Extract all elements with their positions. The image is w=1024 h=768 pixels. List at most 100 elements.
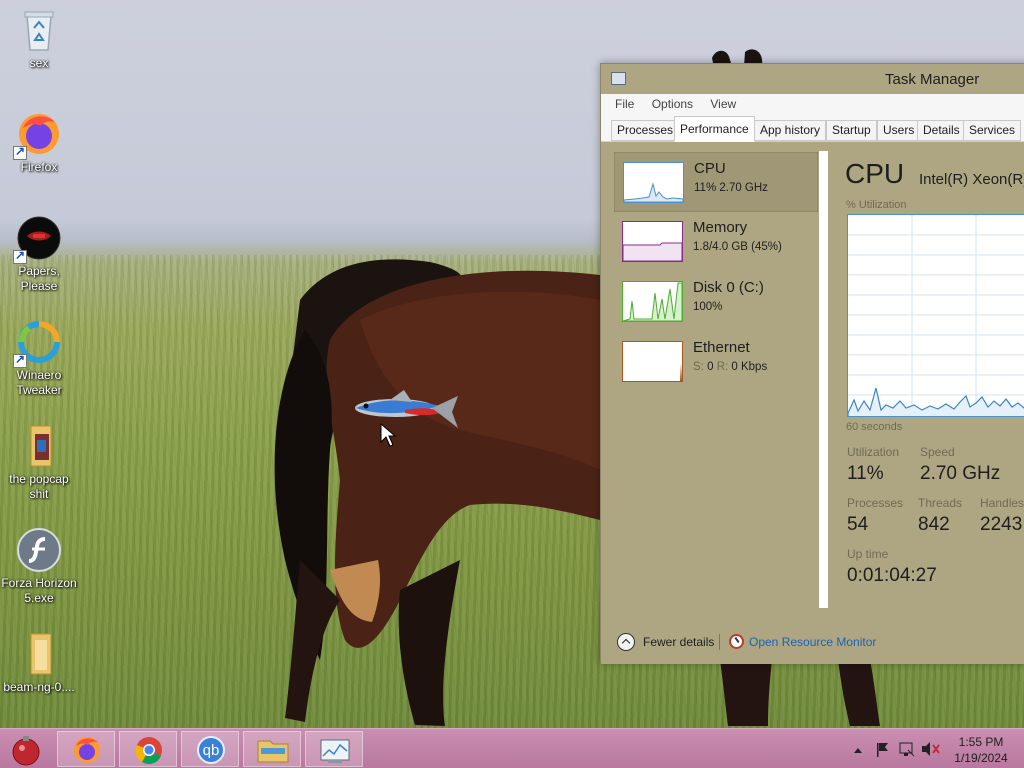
desktop-icon-papers-please[interactable]: Papers, Please <box>0 214 78 294</box>
tab-users[interactable]: Users <box>877 120 921 141</box>
taskbar-firefox-button[interactable] <box>57 731 115 767</box>
volume-muted-icon[interactable] <box>922 742 940 756</box>
resource-memory[interactable]: Memory 1.8/4.0 GB (45%) <box>614 212 818 272</box>
cpu-mini-graph <box>623 162 684 203</box>
send-value: 0 <box>707 361 714 373</box>
resource-name: Disk 0 (C:) <box>693 279 764 296</box>
resource-value: 11% 2.70 GHz <box>694 182 768 194</box>
open-resource-monitor-link[interactable]: Open Resource Monitor <box>749 635 876 649</box>
pane-splitter[interactable] <box>819 151 828 608</box>
window-title: Task Manager <box>885 71 980 88</box>
footer-divider <box>719 634 720 650</box>
show-hidden-icons-icon[interactable] <box>854 748 862 753</box>
action-center-flag-icon[interactable] <box>877 743 888 757</box>
system-clock[interactable]: 1:55 PM 1/19/2024 <box>946 734 1016 766</box>
desktop-icon-beamng-folder[interactable]: beam-ng-0.... <box>0 630 78 695</box>
desktop-icon-label: Papers, Please <box>18 264 60 293</box>
desktop-icon-label: Winaero Tweaker <box>16 368 62 397</box>
recycle-bin-icon <box>15 6 63 54</box>
menu-bar: File Options View <box>601 94 1024 114</box>
desktop-icon-popcap-folder[interactable]: the popcap shit <box>0 422 78 502</box>
processes-label: Processes <box>847 496 904 510</box>
resource-name: Ethernet <box>693 339 750 356</box>
ethernet-mini-graph <box>622 341 683 382</box>
flash-icon <box>15 526 63 574</box>
taskbar-qbittorrent-button[interactable]: qb <box>181 731 239 767</box>
desktop-icon-label: Firefox <box>20 160 58 174</box>
processes-value: 54 <box>847 514 869 535</box>
resource-value: S: 0 R: 0 Kbps <box>693 361 767 373</box>
resource-name: Memory <box>693 219 748 236</box>
cpu-model-name: Intel(R) Xeon(R) <box>919 171 1024 188</box>
folder-icon <box>15 630 63 678</box>
desktop-icon-label: Forza Horizon 5.exe <box>1 576 77 605</box>
chevron-up-icon[interactable] <box>617 633 635 651</box>
fewer-details-link[interactable]: Fewer details <box>643 635 714 649</box>
threads-value: 842 <box>918 514 950 535</box>
desktop-icon-label: the popcap shit <box>9 472 69 501</box>
task-manager-icon <box>611 72 626 85</box>
resource-cpu[interactable]: CPU 11% 2.70 GHz <box>614 152 818 212</box>
system-tray <box>850 729 946 768</box>
desktop-icon-firefox[interactable]: Firefox <box>0 110 78 175</box>
network-icon[interactable] <box>899 742 915 757</box>
uptime-value: 0:01:04:27 <box>847 565 937 586</box>
handles-label: Handles <box>980 496 1024 510</box>
detail-heading: CPU <box>845 158 905 189</box>
utilization-caption: % Utilization <box>846 199 907 211</box>
start-button[interactable] <box>8 732 44 768</box>
threads-label: Threads <box>918 496 963 510</box>
clock-date: 1/19/2024 <box>954 751 1008 765</box>
papers-please-icon <box>13 214 63 264</box>
winaero-tweaker-icon <box>13 318 63 368</box>
utilization-label: Utilization <box>847 445 900 459</box>
receive-value: 0 Kbps <box>731 361 768 373</box>
disk-mini-graph <box>622 281 683 322</box>
receive-prefix: R: <box>716 361 729 373</box>
cpu-utilization-graph <box>847 214 1024 417</box>
menu-view[interactable]: View <box>710 97 736 111</box>
menu-options[interactable]: Options <box>652 97 693 111</box>
tab-details[interactable]: Details <box>917 120 966 141</box>
start-orb-icon <box>12 736 40 766</box>
taskbar-task-manager-button[interactable] <box>305 731 363 767</box>
tab-services[interactable]: Services <box>963 120 1022 141</box>
footer-bar: Fewer details Open Resource Monitor <box>601 624 1024 660</box>
resource-ethernet[interactable]: Ethernet S: 0 R: 0 Kbps <box>614 332 818 392</box>
resource-name: CPU <box>694 160 726 177</box>
send-prefix: S: <box>693 361 704 373</box>
uptime-label: Up time <box>847 547 889 561</box>
resource-value: 100% <box>693 301 723 313</box>
firefox-icon <box>13 110 63 160</box>
task-manager-window[interactable]: Task Manager File Options View Processes… <box>600 63 1024 664</box>
desktop-icon-recycle-bin[interactable]: sex <box>0 6 78 71</box>
desktop-icon-winaero-tweaker[interactable]: Winaero Tweaker <box>0 318 78 398</box>
tab-processes[interactable]: Processes <box>611 120 680 141</box>
performance-panel: CPU 11% 2.70 GHz Memory 1.8/4.0 GB (45%)… <box>601 143 1024 664</box>
title-bar[interactable]: Task Manager <box>601 64 1024 94</box>
desktop-icon-forza-horizon[interactable]: Forza Horizon 5.exe <box>0 526 78 606</box>
tab-app-history[interactable]: App history <box>754 120 827 141</box>
desktop-icon-label: beam-ng-0.... <box>3 680 75 694</box>
tab-performance[interactable]: Performance <box>674 116 755 142</box>
resource-monitor-icon[interactable] <box>729 634 744 649</box>
cpu-detail-pane: CPU Intel(R) Xeon(R) % Utilization 60 se… <box>837 143 1024 613</box>
taskbar-file-explorer-button[interactable] <box>243 731 301 767</box>
resource-disk[interactable]: Disk 0 (C:) 100% <box>614 272 818 332</box>
tab-startup[interactable]: Startup <box>826 120 877 141</box>
taskbar: qb 1:55 PM 1/19/2024 <box>0 728 1024 768</box>
menu-file[interactable]: File <box>615 97 634 111</box>
shortcut-arrow-icon <box>13 352 27 368</box>
shortcut-arrow-icon <box>13 248 27 264</box>
firefox-icon <box>74 737 100 763</box>
utilization-value: 11% <box>847 463 884 484</box>
desktop-icon-label: sex <box>29 56 49 70</box>
folder-icon <box>15 422 63 470</box>
shortcut-arrow-icon <box>13 144 27 160</box>
clock-time: 1:55 PM <box>958 735 1004 749</box>
tab-strip: Processes Performance App history Startu… <box>601 114 1024 142</box>
chrome-icon <box>135 737 162 765</box>
handles-value: 2243 <box>980 514 1023 535</box>
taskbar-chrome-button[interactable] <box>119 731 177 767</box>
svg-text:qb: qb <box>203 742 220 759</box>
